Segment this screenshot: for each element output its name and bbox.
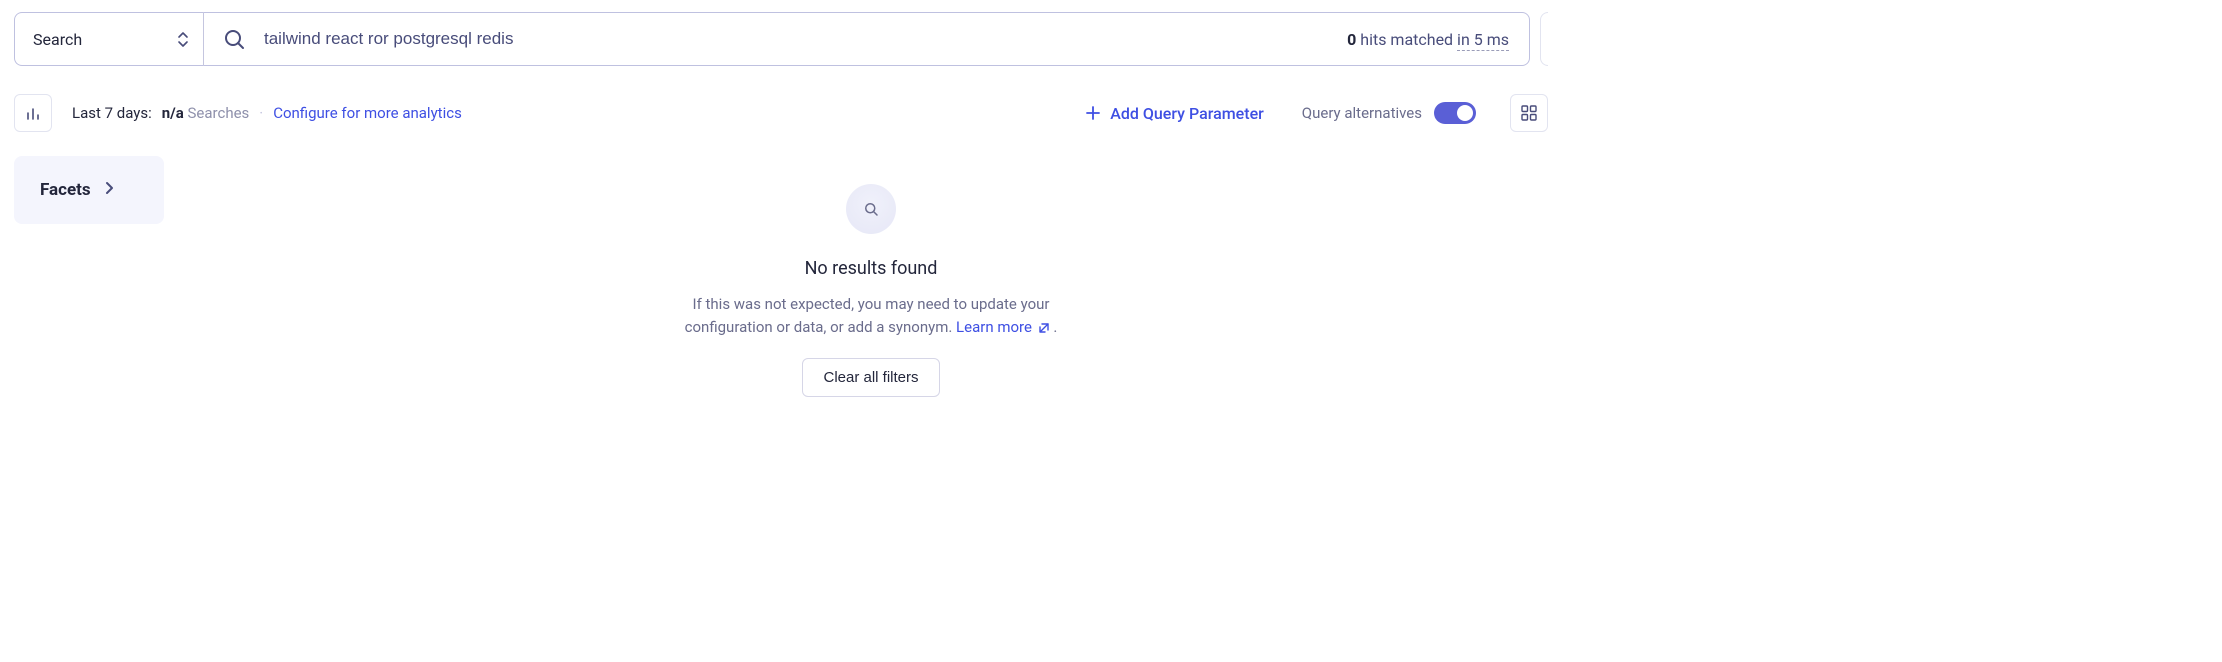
plus-icon [1086,106,1100,120]
search-icon [222,27,246,51]
add-query-parameter-button[interactable]: Add Query Parameter [1086,104,1264,123]
query-alternatives-toggle[interactable] [1434,102,1476,124]
hits-summary: 0 hits matched in 5 ms [1347,30,1509,49]
clear-all-filters-button[interactable]: Clear all filters [802,358,939,397]
toggle-knob [1457,105,1473,121]
facets-title: Facets [40,180,91,200]
hits-matched-label: hits matched [1360,30,1453,49]
right-drawer-handle[interactable] [1540,12,1548,66]
configure-analytics-link[interactable]: Configure for more analytics [273,104,462,122]
chevron-right-icon [105,181,115,199]
empty-title: No results found [805,258,938,279]
query-alt-label: Query alternatives [1302,104,1422,122]
search-mode-select[interactable]: Search [14,12,204,66]
searches-count: n/a [162,104,184,122]
layout-grid-button[interactable] [1510,94,1548,132]
chevron-updown-icon [177,31,189,48]
search-input[interactable] [264,29,1329,49]
analytics-summary: Last 7 days: n/a Searches · Configure fo… [72,104,462,122]
search-mode-label: Search [33,30,82,49]
search-box: 0 hits matched in 5 ms [204,12,1530,66]
period-label: Last 7 days: [72,104,152,122]
add-query-label: Add Query Parameter [1110,104,1264,123]
hits-duration: in 5 ms [1457,30,1509,51]
separator-dot: · [259,104,263,122]
searches-label: Searches [188,104,250,122]
hits-count: 0 [1347,30,1356,49]
learn-more-link[interactable]: Learn more [956,318,1053,336]
empty-search-icon [846,184,896,234]
analytics-chart-button[interactable] [14,94,52,132]
facets-panel-toggle[interactable]: Facets [14,156,164,224]
query-alternatives-control: Query alternatives [1302,102,1476,124]
empty-state: No results found If this was not expecte… [194,156,1548,397]
empty-subtitle: If this was not expected, you may need t… [685,293,1058,338]
